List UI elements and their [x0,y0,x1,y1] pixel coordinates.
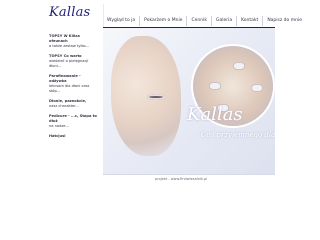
footer: projekt - www.findwiesalnik.pl [103,174,275,185]
hero-banner: Kallas Coś przyjemnego dla Ciebie [103,28,275,174]
sidebar-item-text: lekcsom dla dłoni oraz stóp... [49,84,90,93]
sidebar-item[interactable]: TOPSY W Killas ofeunach a także zestaw t… [49,34,99,49]
eye-illustration [147,94,165,100]
sidebar-item-title: Parafinowanie - odżywka [49,74,81,83]
nav-item[interactable]: Pokarżem o Mnie [139,16,186,26]
sidebar-item[interactable]: Parafinowanie - odżywka lekcsom dla dłon… [49,74,99,94]
sidebar-item-title: Dłonie, paznokcie, [49,99,87,103]
hero-tagline: Coś przyjemnego dla Ciebie [201,131,275,139]
sidebar-item[interactable]: TOPSY Co warto wiedzieć o pielęgnacji dł… [49,54,99,69]
hero-brand: Kallas [187,104,243,125]
site-logo[interactable]: Kallas [49,5,90,20]
sidebar-item[interactable]: Dłonie, paznokcie, nasz charakter... [49,99,99,109]
nav-item[interactable]: Wygląd to ja [103,16,139,26]
sidebar-item[interactable]: Pedicure - ...c, Stopa to dłuż na nodze.… [49,114,99,129]
sidebar-item-text: wiedzieć o pielęgnacji dłoni... [49,59,89,68]
sidebar-list: TOPSY W Killas ofeunach a także zestaw t… [49,34,99,144]
sidebar-item-text: na nodze... [49,124,69,128]
top-navigation: Wygląd to ja Pokarżem o Mnie Cennik Gale… [103,16,302,26]
sidebar-item-text: a także zestaw tylko... [49,44,89,48]
site-page: Kallas TOPSY W Killas ofeunach a także z… [45,4,302,204]
sidebar-item-title: TOPSY Co warto [49,54,82,58]
sidebar-item[interactable]: Hatcjusi [49,134,99,139]
footer-credit[interactable]: projekt - www.findwiesalnik.pl [155,177,207,181]
nav-item[interactable]: Cennik [186,16,210,26]
sidebar-item-title: TOPSY W Killas ofeunach [49,34,80,43]
sidebar-item-text: nasz charakter... [49,104,79,108]
portrait-image [111,36,181,156]
sidebar-item-title: Pedicure - ...c, Stopa to dłuż [49,114,97,123]
nail-illustration [209,82,221,90]
nav-item[interactable]: Galeria [210,16,236,26]
sidebar: Kallas TOPSY W Killas ofeunach a także z… [45,4,104,172]
sidebar-item-title: Hatcjusi [49,134,66,138]
nail-illustration [251,84,263,92]
nail-illustration [233,62,245,70]
nav-item[interactable]: Kontakt [236,16,262,26]
nav-item[interactable]: Napisz do mnie [262,16,306,26]
